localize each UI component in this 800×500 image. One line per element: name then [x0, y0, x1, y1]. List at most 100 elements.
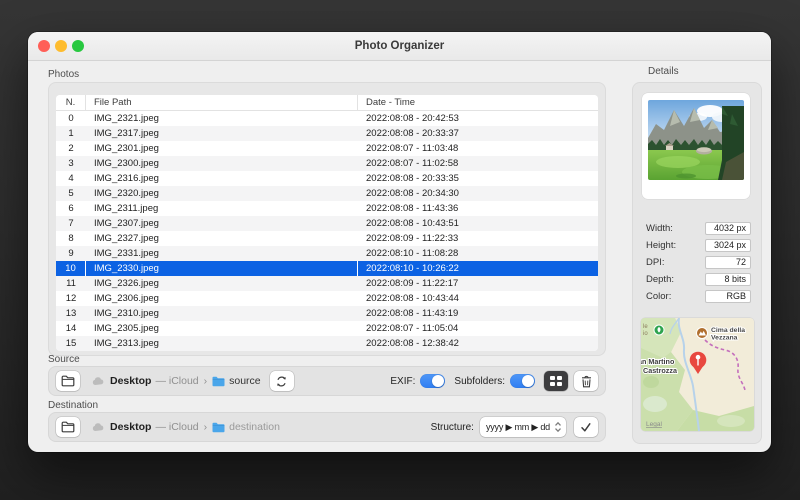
destination-location-name: Desktop: [110, 421, 151, 433]
cell-file: IMG_2321.jpeg: [86, 111, 358, 126]
color-field[interactable]: RGB: [705, 290, 751, 303]
cell-n: 13: [56, 306, 86, 321]
cell-n: 11: [56, 276, 86, 291]
destination-folder-name: destination: [229, 421, 280, 433]
cell-n: 9: [56, 246, 86, 261]
table-row[interactable]: 2IMG_2301.jpeg2022:08:07 - 11:03:48: [56, 141, 598, 156]
table-row[interactable]: 15IMG_2313.jpeg2022:08:08 - 12:38:42: [56, 336, 598, 351]
cell-n: 8: [56, 231, 86, 246]
table-row[interactable]: 14IMG_2305.jpeg2022:08:07 - 11:05:04: [56, 321, 598, 336]
cell-date: 2022:08:09 - 11:22:33: [358, 231, 598, 246]
photos-section-label: Photos: [48, 69, 79, 80]
photo-thumbnail: [648, 100, 744, 180]
cell-n: 6: [56, 201, 86, 216]
zoom-button[interactable]: [72, 40, 84, 52]
map-peak-label-1: Cima della: [711, 327, 745, 334]
height-field[interactable]: 3024 px: [705, 239, 751, 252]
cell-n: 3: [56, 156, 86, 171]
cell-file: IMG_2317.jpeg: [86, 126, 358, 141]
map-town-label-1: an Martino: [641, 357, 675, 366]
field-row-width: Width: 4032 px: [633, 222, 761, 236]
table-row[interactable]: 4IMG_2316.jpeg2022:08:08 - 20:33:35: [56, 171, 598, 186]
table-row[interactable]: 9IMG_2331.jpeg2022:08:10 - 11:08:28: [56, 246, 598, 261]
cell-n: 10: [56, 261, 86, 276]
table-row[interactable]: 3IMG_2300.jpeg2022:08:07 - 11:02:58: [56, 156, 598, 171]
apply-structure-button[interactable]: [574, 417, 598, 437]
dpi-field[interactable]: 72: [705, 256, 751, 269]
location-map[interactable]: le io Cima della Vezzana an Martino Cast…: [641, 318, 754, 431]
table-row[interactable]: 5IMG_2320.jpeg2022:08:08 - 20:34:30: [56, 186, 598, 201]
trash-icon: [581, 375, 592, 388]
source-path-breadcrumb: Desktop — iCloud › source: [92, 375, 261, 387]
column-header-file[interactable]: File Path: [86, 95, 358, 110]
table-row[interactable]: 12IMG_2306.jpeg2022:08:08 - 10:43:44: [56, 291, 598, 306]
structure-value: yyyy ▶ mm ▶ dd: [486, 422, 550, 433]
cell-date: 2022:08:07 - 11:05:04: [358, 321, 598, 336]
breadcrumb-chevron: ›: [204, 375, 208, 387]
width-label: Width:: [646, 223, 673, 234]
table-row[interactable]: 8IMG_2327.jpeg2022:08:09 - 11:22:33: [56, 231, 598, 246]
title-bar[interactable]: Photo Organizer: [28, 32, 771, 61]
cell-file: IMG_2305.jpeg: [86, 321, 358, 336]
folder-icon: [61, 375, 75, 387]
table-row[interactable]: 13IMG_2310.jpeg2022:08:08 - 11:43:19: [56, 306, 598, 321]
cell-n: 0: [56, 111, 86, 126]
cell-date: 2022:08:10 - 11:08:28: [358, 246, 598, 261]
close-button[interactable]: [38, 40, 50, 52]
color-label: Color:: [646, 291, 671, 302]
depth-field[interactable]: 8 bits: [705, 273, 751, 286]
blue-folder-icon: [212, 376, 225, 387]
cell-date: 2022:08:07 - 11:02:58: [358, 156, 598, 171]
minimize-button[interactable]: [55, 40, 67, 52]
exif-toggle[interactable]: [420, 374, 445, 388]
table-row[interactable]: 1IMG_2317.jpeg2022:08:08 - 20:33:37: [56, 126, 598, 141]
toggle-knob: [522, 375, 534, 387]
cell-file: IMG_2300.jpeg: [86, 156, 358, 171]
field-row-height: Height: 3024 px: [633, 239, 761, 253]
cell-date: 2022:08:09 - 11:22:17: [358, 276, 598, 291]
cell-file: IMG_2326.jpeg: [86, 276, 358, 291]
cell-n: 7: [56, 216, 86, 231]
cell-date: 2022:08:08 - 20:42:53: [358, 111, 598, 126]
window-title: Photo Organizer: [28, 32, 771, 60]
table-row[interactable]: 7IMG_2307.jpeg2022:08:08 - 10:43:51: [56, 216, 598, 231]
table-row[interactable]: 11IMG_2326.jpeg2022:08:09 - 11:22:17: [56, 276, 598, 291]
cell-file: IMG_2306.jpeg: [86, 291, 358, 306]
subfolders-label: Subfolders:: [454, 376, 505, 387]
cell-file: IMG_2313.jpeg: [86, 336, 358, 351]
cell-file: IMG_2301.jpeg: [86, 141, 358, 156]
column-header-date[interactable]: Date - Time: [358, 95, 598, 110]
table-row[interactable]: 6IMG_2311.jpeg2022:08:08 - 11:43:36: [56, 201, 598, 216]
structure-label: Structure:: [431, 422, 474, 433]
cell-date: 2022:08:08 - 20:34:30: [358, 186, 598, 201]
destination-bar: Desktop — iCloud › destination Structure…: [48, 412, 606, 442]
clear-list-button[interactable]: [574, 371, 598, 391]
field-row-depth: Depth: 8 bits: [633, 273, 761, 287]
map-fragment-2: io: [643, 331, 648, 337]
table-row[interactable]: 10IMG_2330.jpeg2022:08:10 - 10:26:22: [56, 261, 598, 276]
grid-view-button[interactable]: [544, 371, 568, 391]
destination-location-detail: — iCloud: [155, 421, 198, 433]
cell-n: 4: [56, 171, 86, 186]
details-section-label: Details: [648, 66, 679, 77]
table-row[interactable]: 0IMG_2321.jpeg2022:08:08 - 20:42:53: [56, 111, 598, 126]
source-folder-name: source: [229, 375, 261, 387]
structure-popup[interactable]: yyyy ▶ mm ▶ dd: [480, 417, 566, 437]
source-choose-folder-button[interactable]: [56, 371, 80, 391]
destination-choose-folder-button[interactable]: [56, 417, 80, 437]
cell-date: 2022:08:08 - 11:43:36: [358, 201, 598, 216]
table-header: N. File Path Date - Time: [56, 95, 598, 111]
column-header-n[interactable]: N.: [56, 95, 86, 110]
dpi-label: DPI:: [646, 257, 664, 268]
source-refresh-button[interactable]: [270, 371, 294, 391]
cloud-icon: [92, 423, 105, 432]
destination-section-label: Destination: [48, 400, 98, 411]
subfolders-toggle[interactable]: [510, 374, 535, 388]
width-field[interactable]: 4032 px: [705, 222, 751, 235]
app-window: Photo Organizer Photos N. File Path Date…: [28, 32, 771, 452]
field-row-dpi: DPI: 72: [633, 256, 761, 270]
cell-n: 12: [56, 291, 86, 306]
map-legal-link: Legal: [646, 421, 662, 428]
cell-n: 5: [56, 186, 86, 201]
breadcrumb-chevron: ›: [204, 421, 208, 433]
